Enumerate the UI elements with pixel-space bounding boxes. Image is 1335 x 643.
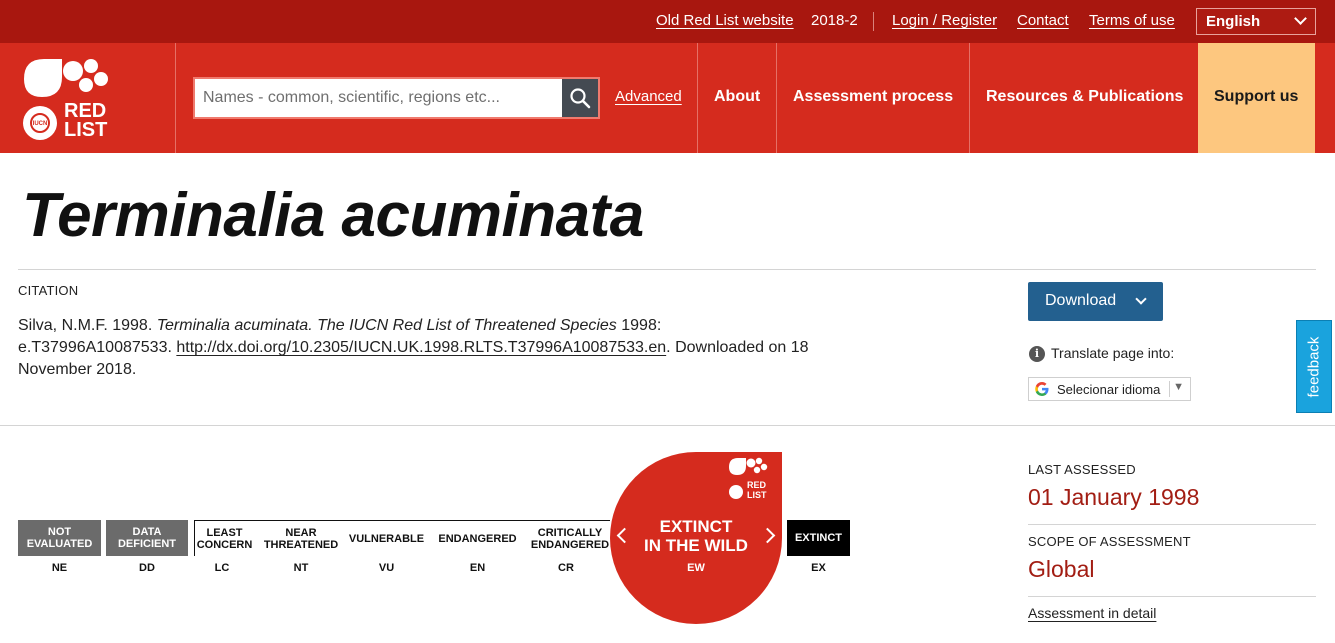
citation-label: CITATION [18,283,79,298]
feedback-label: feedback [1305,336,1323,397]
category-abbr-dd: DD [139,562,155,574]
category-abbr-ex: EX [811,562,826,574]
citation-author: Silva, N.M.F. 1998. [18,317,157,334]
last-assessed-value: 01 January 1998 [1028,484,1200,510]
category-vu: VULNERABLE [348,520,425,556]
category-ne-line1: NOT [47,526,72,538]
contact-link[interactable]: Contact [1017,12,1069,29]
category-lc-line1: LEAST [206,526,243,539]
current-category-line1: EXTINCT [659,517,733,536]
feedback-tab[interactable]: feedback [1296,320,1332,413]
assessment-detail-link[interactable]: Assessment in detail [1028,605,1156,621]
category-abbr-ne: NE [51,562,68,574]
dropdown-arrow-icon: ▼ [1173,381,1184,393]
category-nt-line1: NEAR [285,526,317,539]
language-select[interactable]: English [1196,8,1316,35]
scope-label: SCOPE OF ASSESSMENT [1028,534,1191,549]
current-category-line2: IN THE WILD [644,536,748,555]
divider [18,269,1316,270]
info-icon: i [1029,346,1045,362]
nav-assessment-process[interactable]: Assessment process [793,88,953,106]
red-list-badge-logo: RED LIST [729,457,768,500]
category-abbr-vu: VU [378,562,395,574]
topbar-divider [873,12,874,31]
scope-value: Global [1028,556,1095,582]
category-ex: EXTINCT [787,520,850,556]
nav-divider [776,43,777,153]
search-icon [570,88,591,109]
main-header: IUCN RED LIST Advanced About Assessment … [0,43,1335,153]
chevron-down-icon [1294,12,1307,25]
category-ne-line2: EVALUATED [26,538,93,550]
search-box [193,77,600,119]
nav-divider [969,43,970,153]
category-ne: NOT EVALUATED [18,520,101,556]
terms-link[interactable]: Terms of use [1089,12,1175,29]
download-button[interactable]: Download [1028,282,1163,321]
language-value: English [1206,13,1261,30]
category-abbr-lc: LC [214,562,230,574]
translate-language-select[interactable]: Selecionar idioma ▼ [1028,377,1191,401]
logo-iucn-text: IUCN [33,121,48,127]
version-label: 2018-2 [811,12,858,29]
citation-title: Terminalia acuminata. The IUCN Red List … [156,317,617,334]
search-input[interactable] [195,79,562,117]
old-site-link[interactable]: Old Red List website [656,12,794,29]
species-title: Terminalia acuminata [22,181,644,250]
category-lc: LEAST CONCERN [194,520,254,556]
logo-cell: IUCN RED LIST [0,43,176,153]
category-abbr-en: EN [469,562,486,574]
divider [0,425,1335,426]
chevron-down-icon [1135,293,1147,305]
category-abbr-cr: CR [558,562,574,574]
category-en-line1: ENDANGERED [438,532,517,545]
divider [1028,596,1316,597]
support-us-button[interactable]: Support us [1198,43,1315,153]
category-abbr-nt: NT [293,562,309,574]
translate-select-value: Selecionar idioma [1057,382,1161,397]
citation-text: Silva, N.M.F. 1998. Terminalia acuminata… [18,315,818,381]
category-nt-line2: THREATENED [263,538,339,551]
nav-divider [697,43,698,153]
category-en: ENDANGERED [425,520,530,556]
badge-logo-list-text: LIST [747,490,767,500]
last-assessed-label: LAST ASSESSED [1028,462,1136,477]
advanced-search-link[interactable]: Advanced [615,88,682,105]
category-vu-line1: VULNERABLE [348,532,425,545]
select-divider [1169,381,1170,397]
category-lc-line2: CONCERN [196,538,253,551]
login-register-link[interactable]: Login / Register [892,12,997,29]
badge-logo-red-text: RED [747,480,767,490]
top-utility-bar: Old Red List website 2018-2 Login / Regi… [0,0,1335,43]
logo-list-text: LIST [64,119,107,141]
category-cr: CRITICALLY ENDANGERED [530,520,610,556]
category-cr-line1: CRITICALLY [537,526,603,539]
divider [1028,524,1316,525]
google-icon [1035,382,1049,396]
support-us-label: Support us [1214,88,1299,105]
nav-resources-publications[interactable]: Resources & Publications [986,88,1183,106]
current-category-abbr: EW [687,562,705,574]
nav-about[interactable]: About [714,88,760,106]
category-dd: DATA DEFICIENT [106,520,188,556]
citation-doi-link[interactable]: http://dx.doi.org/10.2305/IUCN.UK.1998.R… [176,339,666,356]
category-cr-line2: ENDANGERED [530,538,610,551]
search-button[interactable] [562,79,598,117]
red-list-logo[interactable]: IUCN RED LIST [20,57,120,141]
category-dd-line2: DEFICIENT [117,538,177,550]
category-ex-line1: EXTINCT [794,532,843,544]
category-nt: NEAR THREATENED [254,520,348,556]
current-category-label: EXTINCT IN THE WILD [610,517,782,555]
download-label: Download [1045,292,1117,309]
translate-label: Translate page into: [1051,345,1175,361]
category-dd-line1: DATA [132,526,162,538]
